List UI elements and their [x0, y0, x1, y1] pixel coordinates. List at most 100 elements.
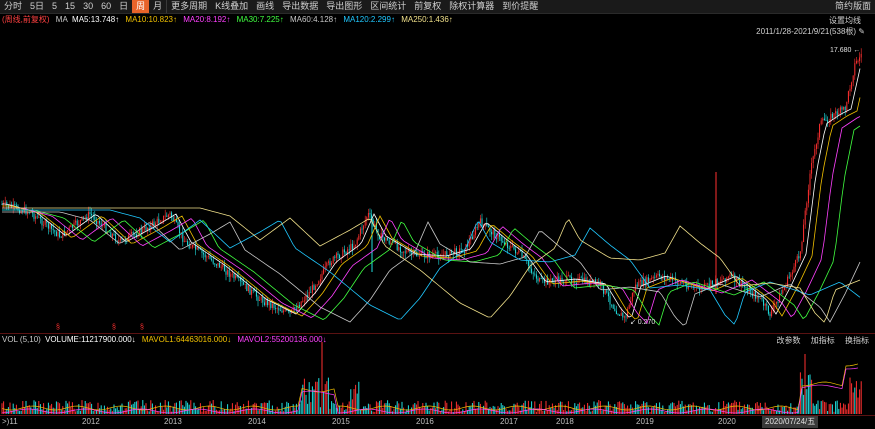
candle-body [113, 234, 115, 235]
candle-body [308, 292, 310, 297]
add-indicator-button[interactable]: 加指标 [811, 336, 835, 345]
volume-bar [238, 406, 240, 414]
candle-body [759, 297, 761, 299]
toolbar-item[interactable]: 画线 [252, 0, 278, 13]
toolbar-item[interactable]: K线叠加 [211, 0, 252, 13]
vol-label: VOL (5,10) [2, 335, 41, 344]
volume-bar [540, 400, 542, 414]
candle-body [847, 91, 849, 103]
candle-body [844, 107, 846, 111]
volume-bar [835, 401, 837, 414]
toolbar-item[interactable]: 更多周期 [166, 0, 211, 13]
edit-params-button[interactable]: 改参数 [777, 336, 801, 345]
volume-bar [817, 400, 819, 414]
volume-bar [188, 404, 190, 414]
toolbar-item[interactable]: 到价提醒 [498, 0, 542, 13]
candle-body [279, 310, 281, 312]
toolbar-item[interactable]: 日 [115, 0, 132, 13]
toolbar-item[interactable]: 15 [61, 0, 79, 13]
volume-bar [177, 409, 179, 414]
volume-bar [790, 403, 792, 414]
candle-body [4, 202, 6, 203]
toolbar-item[interactable]: 分时 [0, 0, 26, 13]
candle-body [390, 242, 392, 244]
volume-bar [859, 389, 861, 414]
candle-body [417, 255, 419, 257]
volume-panel[interactable]: VOL (5,10) VOLUME:11217900.000↓ MAVOL1:6… [0, 333, 875, 417]
volume-bar [478, 401, 480, 414]
volume-bar [183, 406, 185, 414]
candle-body [329, 261, 331, 266]
candle-body [513, 245, 515, 250]
candle-body [795, 260, 797, 267]
volume-bar [131, 404, 133, 414]
simple-layout-button[interactable]: 简约版面 [831, 0, 875, 13]
candle-body [247, 285, 249, 292]
volume-bar [311, 386, 313, 414]
candle-body [179, 225, 181, 234]
candle-body [164, 215, 166, 217]
kline-panel[interactable]: 17.680 ← ↙ 0.270 § § § (周线,前复权) MA MA5:13.74… [0, 14, 875, 332]
toolbar-item[interactable]: 区间统计 [366, 0, 410, 13]
toolbar-item[interactable]: 除权计算器 [445, 0, 498, 13]
candle-body [727, 276, 729, 278]
switch-indicator-button[interactable]: 换指标 [845, 336, 869, 345]
candle-body [683, 282, 685, 284]
candle-body [447, 256, 449, 258]
volume-bar [316, 381, 318, 414]
volume-bar [697, 408, 699, 414]
volume-bar [473, 400, 475, 414]
toolbar-item[interactable]: 导出图形 [322, 0, 366, 13]
toolbar-item[interactable]: 周 [132, 0, 150, 13]
volume-bar [812, 403, 814, 414]
volume-bar [212, 400, 214, 414]
toolbar-item[interactable]: 30 [79, 0, 97, 13]
candle-body [203, 252, 205, 255]
candle-body [321, 273, 323, 280]
volume-bar [267, 402, 269, 414]
volume-bar [241, 409, 243, 414]
volume-bar [195, 406, 197, 414]
volume-bar [519, 410, 521, 414]
volume-bar [755, 403, 757, 414]
candle-body [827, 120, 829, 123]
candle-body [620, 312, 622, 316]
volume-bar [830, 403, 832, 414]
candle-body [849, 88, 851, 92]
volume-bar [743, 404, 745, 414]
candle-body [35, 216, 37, 219]
volume-bar [161, 405, 163, 414]
candle-body [444, 251, 446, 255]
candle-body [84, 217, 86, 218]
volume-bar [735, 401, 737, 414]
toolbar-item[interactable]: 5日 [26, 0, 48, 13]
toolbar-item[interactable]: 5 [48, 0, 61, 13]
candle-body [363, 225, 365, 230]
candle-body [47, 223, 49, 229]
date-range: 2011/1/28-2021/9/21(538根) ✎ [756, 26, 865, 37]
volume-bar [25, 400, 27, 414]
volume-bar [43, 403, 45, 414]
volume-bar [588, 405, 590, 414]
volume-chart[interactable] [0, 334, 875, 416]
candle-body [302, 301, 304, 302]
kline-chart[interactable]: 17.680 ← ↙ 0.270 § § § [0, 14, 875, 332]
volume-bar [356, 393, 358, 414]
toolbar-item[interactable]: 月 [149, 0, 166, 13]
volume-bar [612, 408, 614, 414]
candle-body [43, 224, 45, 226]
toolbar-item[interactable]: 前复权 [410, 0, 445, 13]
pin-icon[interactable]: ✎ [858, 27, 865, 36]
candle-body [204, 254, 206, 258]
ma-settings-button[interactable]: 设置均线 [829, 15, 861, 26]
volume-bar [292, 404, 294, 414]
toolbar-item[interactable]: 导出数据 [278, 0, 322, 13]
candle-body [235, 275, 237, 279]
candle-body [481, 218, 483, 227]
candle-body [766, 303, 768, 306]
toolbar-item[interactable]: 60 [97, 0, 115, 13]
candle-body [806, 203, 808, 211]
volume-bar [567, 401, 569, 414]
candle-body [815, 144, 817, 149]
volume-bar [203, 407, 205, 414]
